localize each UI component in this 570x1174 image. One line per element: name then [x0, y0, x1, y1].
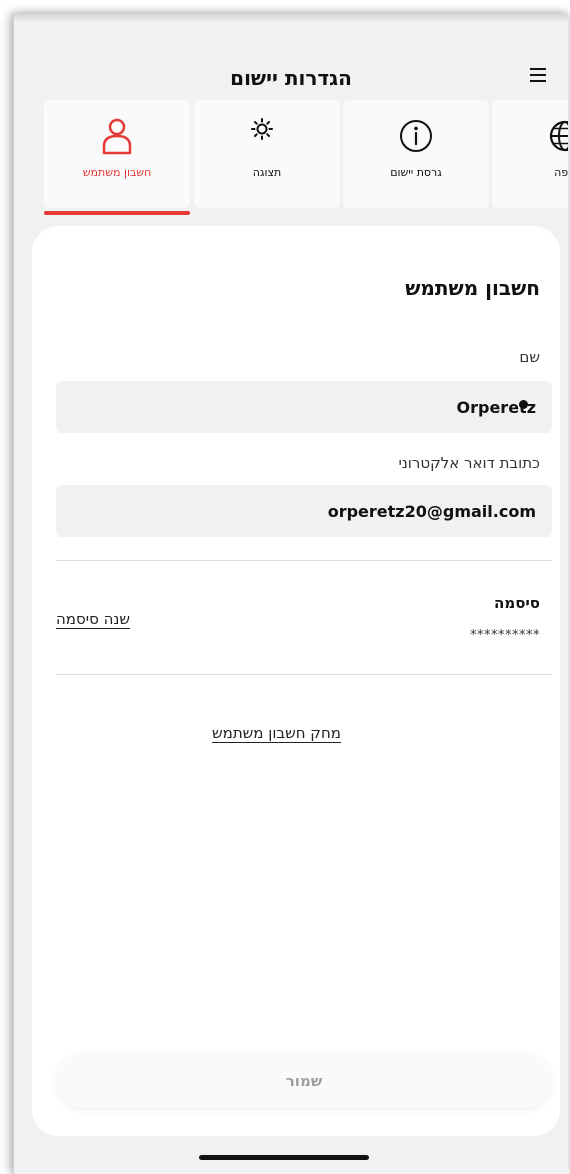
divider: [56, 560, 552, 561]
delete-account-link[interactable]: מחק חשבון משתמש: [212, 724, 341, 742]
password-value: **********: [470, 628, 540, 643]
tab-label: חשבון משתמש: [82, 166, 152, 179]
globe-icon: [549, 120, 568, 152]
page-title: הגדרות יישום: [230, 66, 352, 90]
tab-label: גרסת יישום: [390, 166, 442, 179]
tab-language[interactable]: שפה: [492, 100, 568, 208]
password-label: סיסמה: [494, 594, 540, 612]
app-screen: הגדרות יישום חשבון משתמש תצוגה גרסת יישו…: [13, 14, 568, 1174]
sun-moon-icon: [251, 118, 279, 153]
tab-label: תצוגה: [252, 166, 282, 179]
active-tab-indicator: [44, 211, 190, 215]
user-icon: [102, 118, 132, 155]
home-indicator[interactable]: [199, 1155, 369, 1160]
email-label: כתובת דואר אלקטרוני: [398, 454, 540, 472]
info-icon: [400, 120, 432, 152]
tab-label: שפה: [554, 166, 568, 179]
name-label: שם: [519, 348, 540, 366]
divider: [56, 674, 552, 675]
email-field[interactable]: orperetz20@gmail.com: [56, 485, 552, 537]
hamburger-menu-icon[interactable]: [530, 68, 546, 82]
tab-display[interactable]: תצוגה: [194, 100, 340, 208]
save-button[interactable]: שמור: [56, 1053, 552, 1108]
tab-app-version[interactable]: גרסת יישום: [343, 100, 489, 208]
section-title: חשבון משתמש: [405, 276, 540, 300]
account-card: חשבון משתמש שם Orperetz כתובת דואר אלקטר…: [32, 226, 560, 1136]
tab-user-account[interactable]: חשבון משתמש: [44, 100, 190, 215]
pointer-dot: [519, 400, 528, 409]
name-field[interactable]: Orperetz: [56, 381, 552, 433]
change-password-link[interactable]: שנה סיסמה: [56, 610, 130, 628]
